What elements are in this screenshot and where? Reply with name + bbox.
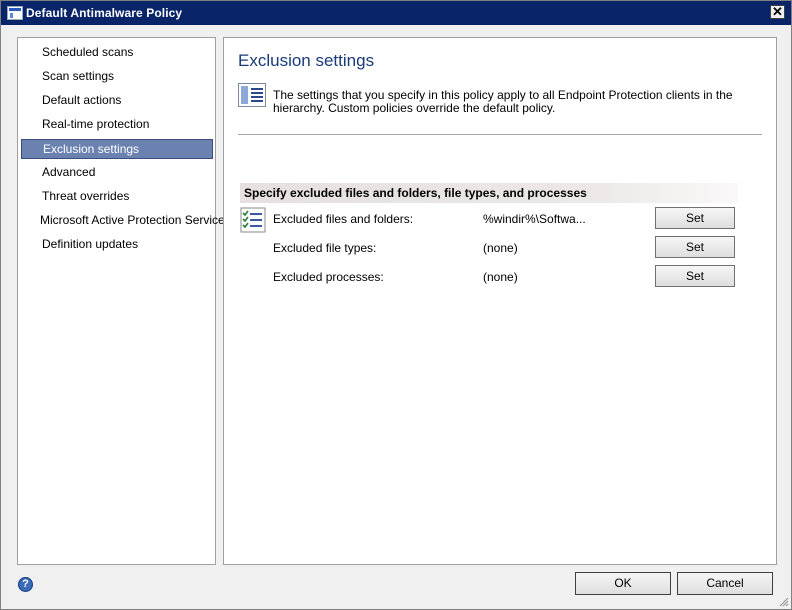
excluded-files-label: Excluded files and folders:: [273, 212, 414, 226]
nav-item-scheduled-scans[interactable]: Scheduled scans: [21, 43, 213, 63]
main-panel: Exclusion settings The settings that you…: [223, 37, 777, 565]
nav-item-exclusion-settings[interactable]: Exclusion settings: [21, 139, 213, 159]
excluded-file-types-label: Excluded file types:: [273, 241, 377, 255]
excluded-files-value: %windir%\Softwa...: [483, 212, 586, 226]
settings-nav: Scheduled scans Scan settings Default ac…: [17, 37, 225, 565]
window-title: Default Antimalware Policy: [26, 6, 183, 20]
close-icon[interactable]: ✕: [770, 5, 785, 19]
page-description: The settings that you specify in this po…: [273, 88, 733, 115]
help-icon[interactable]: ?: [18, 577, 33, 592]
nav-item-default-actions[interactable]: Default actions: [21, 91, 213, 111]
excluded-processes-value: (none): [483, 270, 518, 284]
divider: [238, 134, 762, 135]
set-excluded-file-types-button[interactable]: Set: [655, 236, 735, 258]
cancel-button[interactable]: Cancel: [677, 572, 773, 595]
ok-button[interactable]: OK: [575, 572, 671, 595]
nav-item-definition-updates[interactable]: Definition updates: [21, 235, 213, 255]
policy-info-icon: [238, 83, 266, 107]
page-title: Exclusion settings: [238, 51, 375, 70]
nav-item-scan-settings[interactable]: Scan settings: [21, 67, 213, 87]
set-excluded-processes-button[interactable]: Set: [655, 265, 735, 287]
checklist-icon: [240, 207, 266, 233]
set-excluded-files-button[interactable]: Set: [655, 207, 735, 229]
nav-item-threat-overrides[interactable]: Threat overrides: [21, 187, 213, 207]
nav-item-maps[interactable]: Microsoft Active Protection Service: [21, 211, 225, 231]
title-bar[interactable]: Default Antimalware Policy ✕: [1, 1, 791, 25]
excluded-file-types-value: (none): [483, 241, 518, 255]
section-header: Specify excluded files and folders, file…: [240, 183, 738, 203]
dialog-window: Default Antimalware Policy ✕ Scheduled s…: [0, 0, 792, 610]
window-icon: [7, 6, 23, 20]
excluded-processes-label: Excluded processes:: [273, 270, 384, 284]
nav-item-advanced[interactable]: Advanced: [21, 163, 213, 183]
resize-grip-icon[interactable]: [777, 595, 789, 607]
nav-item-real-time-protection[interactable]: Real-time protection: [21, 115, 213, 135]
